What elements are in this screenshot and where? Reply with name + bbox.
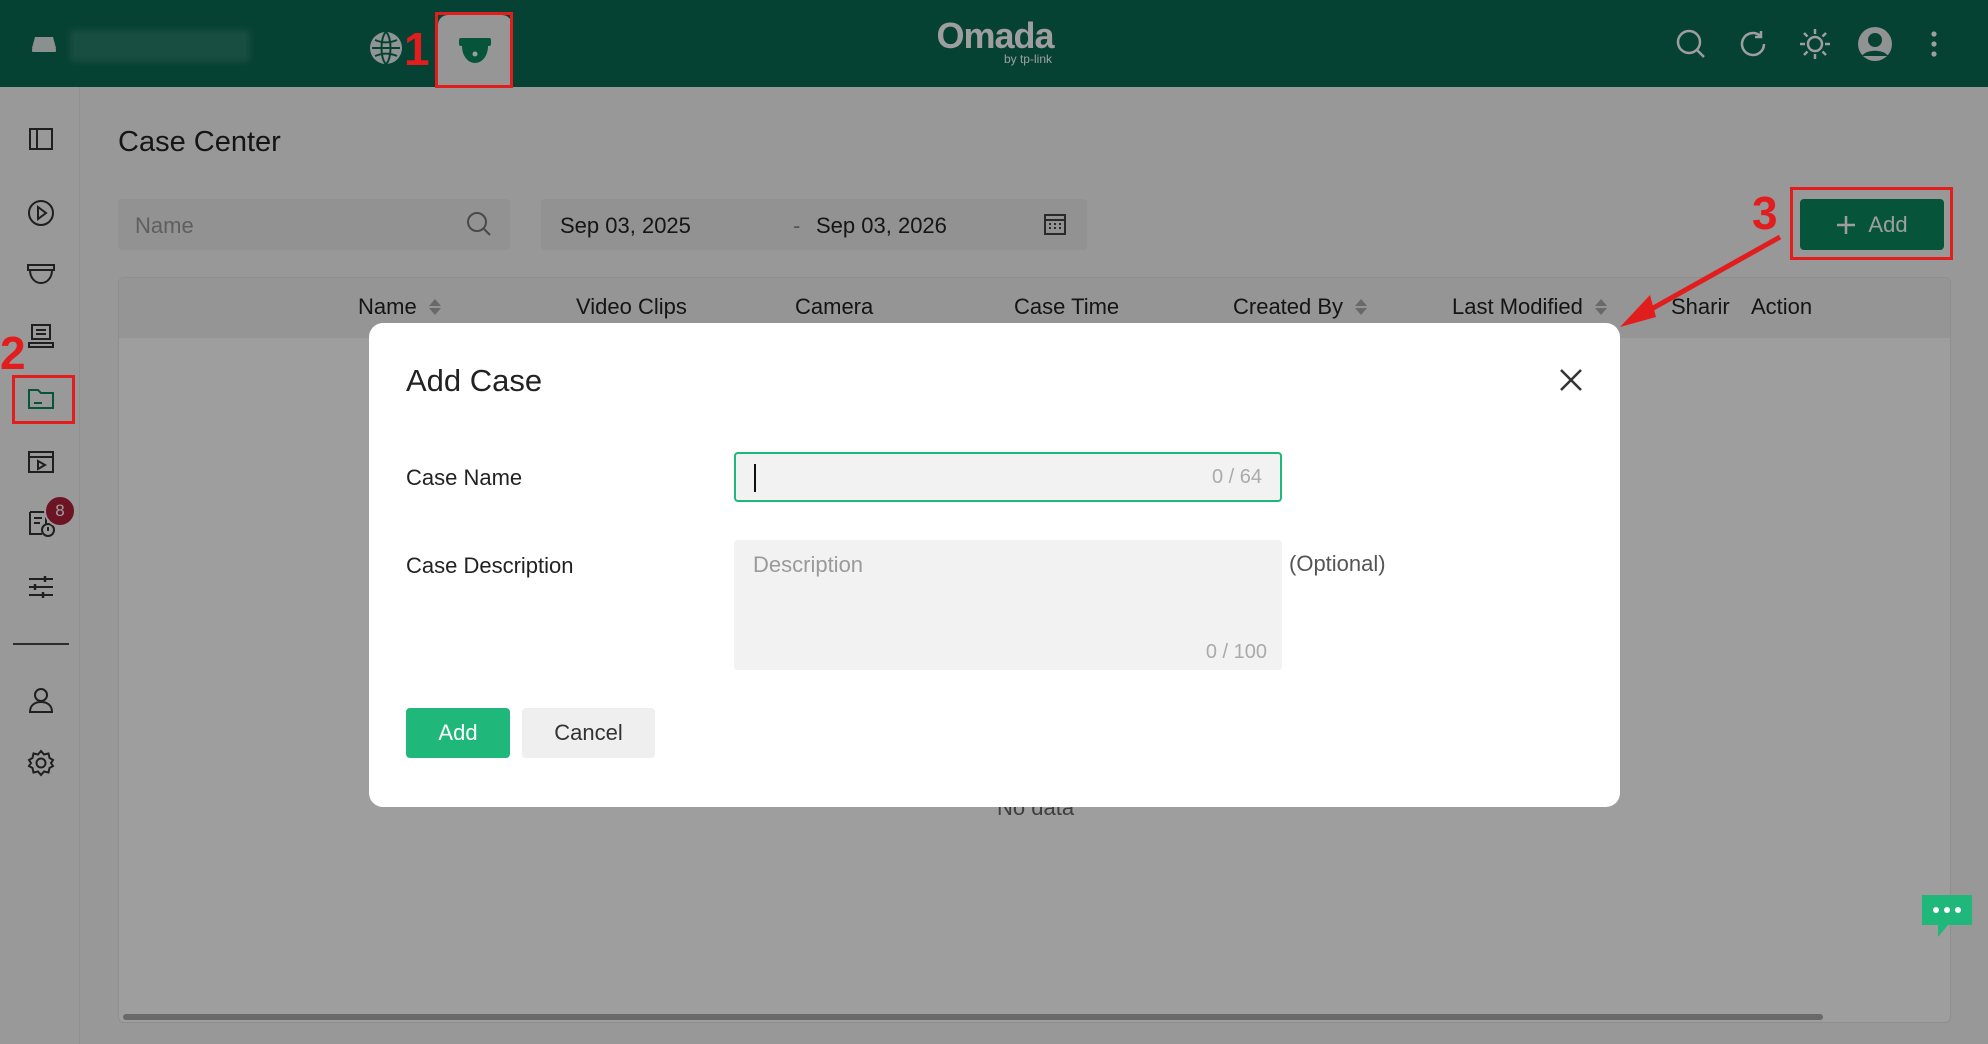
dialog-cancel-button[interactable]: Cancel (522, 708, 655, 758)
case-description-textarea[interactable]: Description 0 / 100 (734, 540, 1282, 670)
close-icon[interactable] (1558, 367, 1584, 393)
text-caret (754, 464, 756, 492)
callout-box-2 (12, 375, 75, 424)
case-name-input[interactable]: 0 / 64 (734, 452, 1282, 502)
callout-arrow (1620, 234, 1782, 327)
case-description-counter: 0 / 100 (1205, 641, 1267, 663)
dialog-title: Add Case (406, 363, 543, 398)
chat-icon[interactable] (1918, 891, 1976, 943)
callout-number-1: 1 (404, 23, 430, 75)
callout-number-2: 2 (0, 327, 26, 379)
callout-box-3 (1790, 187, 1953, 260)
case-name-counter: 0 / 64 (1211, 466, 1262, 488)
description-placeholder: Description (753, 552, 864, 577)
optional-hint: (Optional) (1289, 551, 1386, 576)
case-name-label: Case Name (406, 465, 523, 490)
callout-box-1 (435, 12, 513, 88)
dialog-add-button[interactable]: Add (406, 708, 510, 758)
add-case-dialog: Add Case Case Name 0 / 64 Case Descripti… (369, 323, 1620, 807)
case-description-label: Case Description (406, 553, 574, 578)
